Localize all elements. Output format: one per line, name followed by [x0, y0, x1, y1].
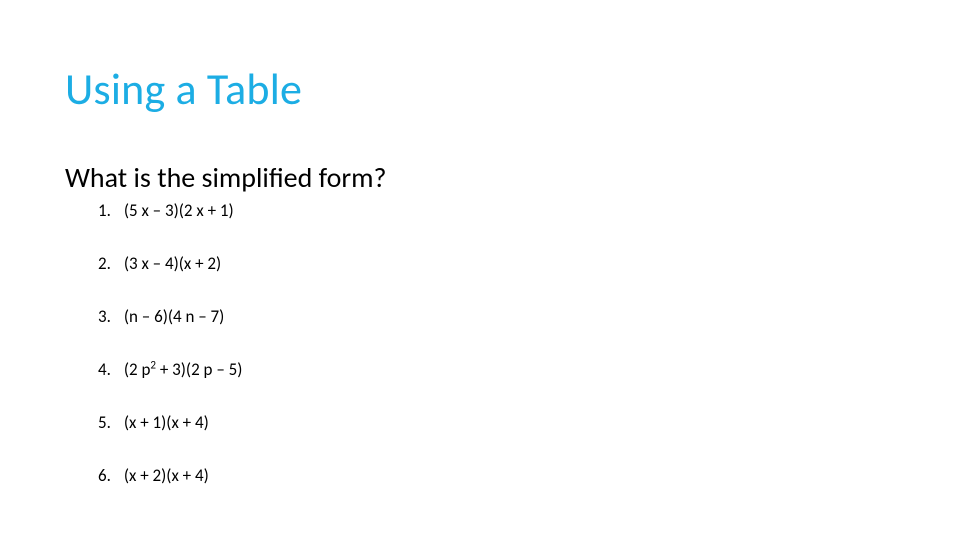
list-item: 6. (x + 2)(x + 4): [98, 465, 242, 486]
item-expression: (n – 6)(4 n – 7): [124, 306, 224, 327]
item-number: 4.: [98, 359, 120, 380]
item-expression: (5 x – 3)(2 x + 1): [124, 200, 234, 221]
slide-subtitle: What is the simplified form?: [65, 160, 386, 195]
list-item: 5. (x + 1)(x + 4): [98, 412, 242, 433]
item-number: 2.: [98, 253, 120, 274]
item-expression: (3 x – 4)(x + 2): [124, 253, 221, 274]
slide: Using a Table What is the simplified for…: [0, 0, 960, 540]
list-item: 1. (5 x – 3)(2 x + 1): [98, 200, 242, 221]
item-expression: (x + 1)(x + 4): [124, 412, 209, 433]
list-item: 4. (2 p2 + 3)(2 p – 5): [98, 359, 242, 380]
list-item: 2. (3 x – 4)(x + 2): [98, 253, 242, 274]
slide-title: Using a Table: [65, 62, 302, 116]
item-number: 6.: [98, 465, 120, 486]
problem-list: 1. (5 x – 3)(2 x + 1) 2. (3 x – 4)(x + 2…: [98, 200, 242, 518]
item-number: 1.: [98, 200, 120, 221]
list-item: 3. (n – 6)(4 n – 7): [98, 306, 242, 327]
item-number: 3.: [98, 306, 120, 327]
item-number: 5.: [98, 412, 120, 433]
item-expression: (2 p2 + 3)(2 p – 5): [124, 359, 243, 380]
item-expression: (x + 2)(x + 4): [124, 465, 209, 486]
